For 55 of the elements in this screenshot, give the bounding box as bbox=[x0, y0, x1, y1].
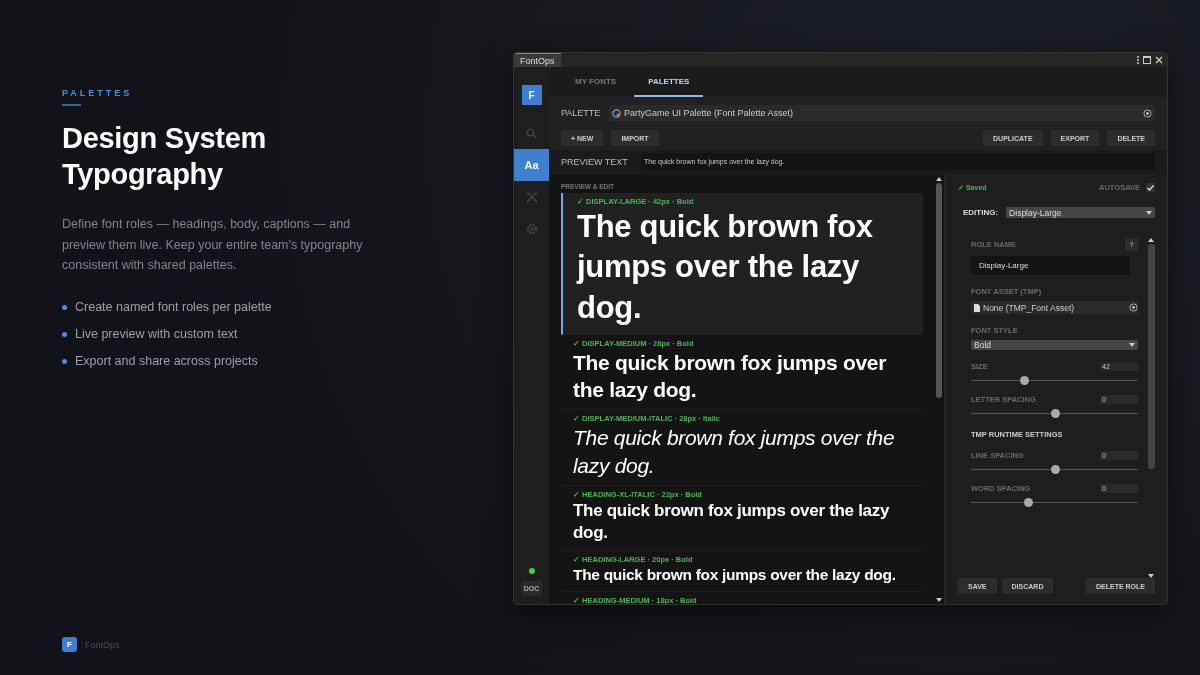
description: Define font roles — headings, body, captions — and preview them live. Keep your entire team's typography consistent with shared palettes. bbox=[62, 216, 364, 274]
check-icon bbox=[1147, 184, 1154, 191]
brand-name: FontOps bbox=[85, 639, 120, 650]
font-style-dropdown[interactable]: Bold bbox=[971, 340, 1138, 350]
slider[interactable] bbox=[971, 409, 1138, 418]
scrollbar-thumb[interactable] bbox=[1147, 244, 1155, 469]
slider-thumb[interactable] bbox=[1050, 409, 1060, 418]
bullet-text: Create named font roles per palette bbox=[75, 298, 272, 316]
slider-thumb[interactable] bbox=[1050, 465, 1060, 474]
slider[interactable] bbox=[971, 498, 1138, 507]
sidebar-tab[interactable]: Aa bbox=[514, 149, 549, 181]
bullet-dot bbox=[62, 304, 67, 310]
slider[interactable] bbox=[971, 376, 1138, 385]
palette-label: PALETTE bbox=[561, 108, 601, 118]
target-icon[interactable] bbox=[1129, 303, 1138, 312]
slider-thumb[interactable] bbox=[1023, 498, 1033, 507]
scrollbar-thumb[interactable] bbox=[935, 183, 942, 398]
scroll-up-icon bbox=[935, 177, 942, 181]
settings-icon bbox=[525, 223, 538, 235]
logo: F bbox=[62, 637, 77, 652]
role-name-field[interactable]: Display-Large bbox=[971, 256, 1130, 275]
window-tab[interactable]: FontOps bbox=[514, 53, 561, 67]
role-dropdown[interactable]: Display-Large bbox=[1006, 207, 1155, 218]
app-logo: F bbox=[521, 85, 542, 105]
headline: Design System Typography bbox=[62, 121, 267, 192]
sample-text: The quick brown fox jumps over the lazy dog. bbox=[577, 208, 874, 327]
search-icon bbox=[526, 127, 537, 139]
sample-text: The quick brown fox jumps over the lazy dog. bbox=[573, 565, 897, 586]
bullet-text: Live preview with custom text bbox=[75, 325, 238, 343]
file-icon bbox=[974, 303, 980, 312]
sample-text: The quick brown fox jumps over the lazy dog. bbox=[573, 349, 888, 404]
tools-icon bbox=[525, 191, 538, 203]
sample-text: The quick brown fox jumps over the lazy dog. bbox=[573, 500, 891, 545]
caret-icon bbox=[1129, 343, 1135, 347]
slider-thumb[interactable] bbox=[1020, 376, 1030, 385]
eyebrow-label: PALETTES bbox=[62, 88, 133, 106]
close-icon[interactable] bbox=[1155, 56, 1163, 64]
scroll-up-icon bbox=[1148, 238, 1154, 242]
autosave-checkbox[interactable] bbox=[1146, 183, 1155, 192]
maximize-icon[interactable] bbox=[1143, 56, 1151, 64]
bullet-dot bbox=[62, 331, 67, 337]
editing-label: EDITING: bbox=[963, 208, 999, 217]
palette-field[interactable]: PartyGame UI Palette (Font Palette Asset) bbox=[609, 105, 1155, 121]
font-asset-field[interactable]: None (TMP_Font Asset) bbox=[971, 301, 1138, 314]
scroll-down-icon bbox=[935, 598, 942, 602]
slider[interactable] bbox=[971, 465, 1138, 474]
sample-text: The quick brown fox jumps over the lazy dog. bbox=[573, 425, 896, 479]
status-dot bbox=[528, 568, 535, 574]
tab[interactable]: MY FONTS bbox=[561, 67, 631, 97]
caret-icon bbox=[1146, 210, 1152, 215]
target-icon[interactable] bbox=[1143, 108, 1152, 118]
preview-text-label: PREVIEW TEXT bbox=[561, 156, 629, 167]
palette-asset-icon bbox=[612, 108, 621, 118]
bullet-dot bbox=[62, 358, 67, 364]
bullet-text: Export and share across projects bbox=[75, 352, 258, 370]
